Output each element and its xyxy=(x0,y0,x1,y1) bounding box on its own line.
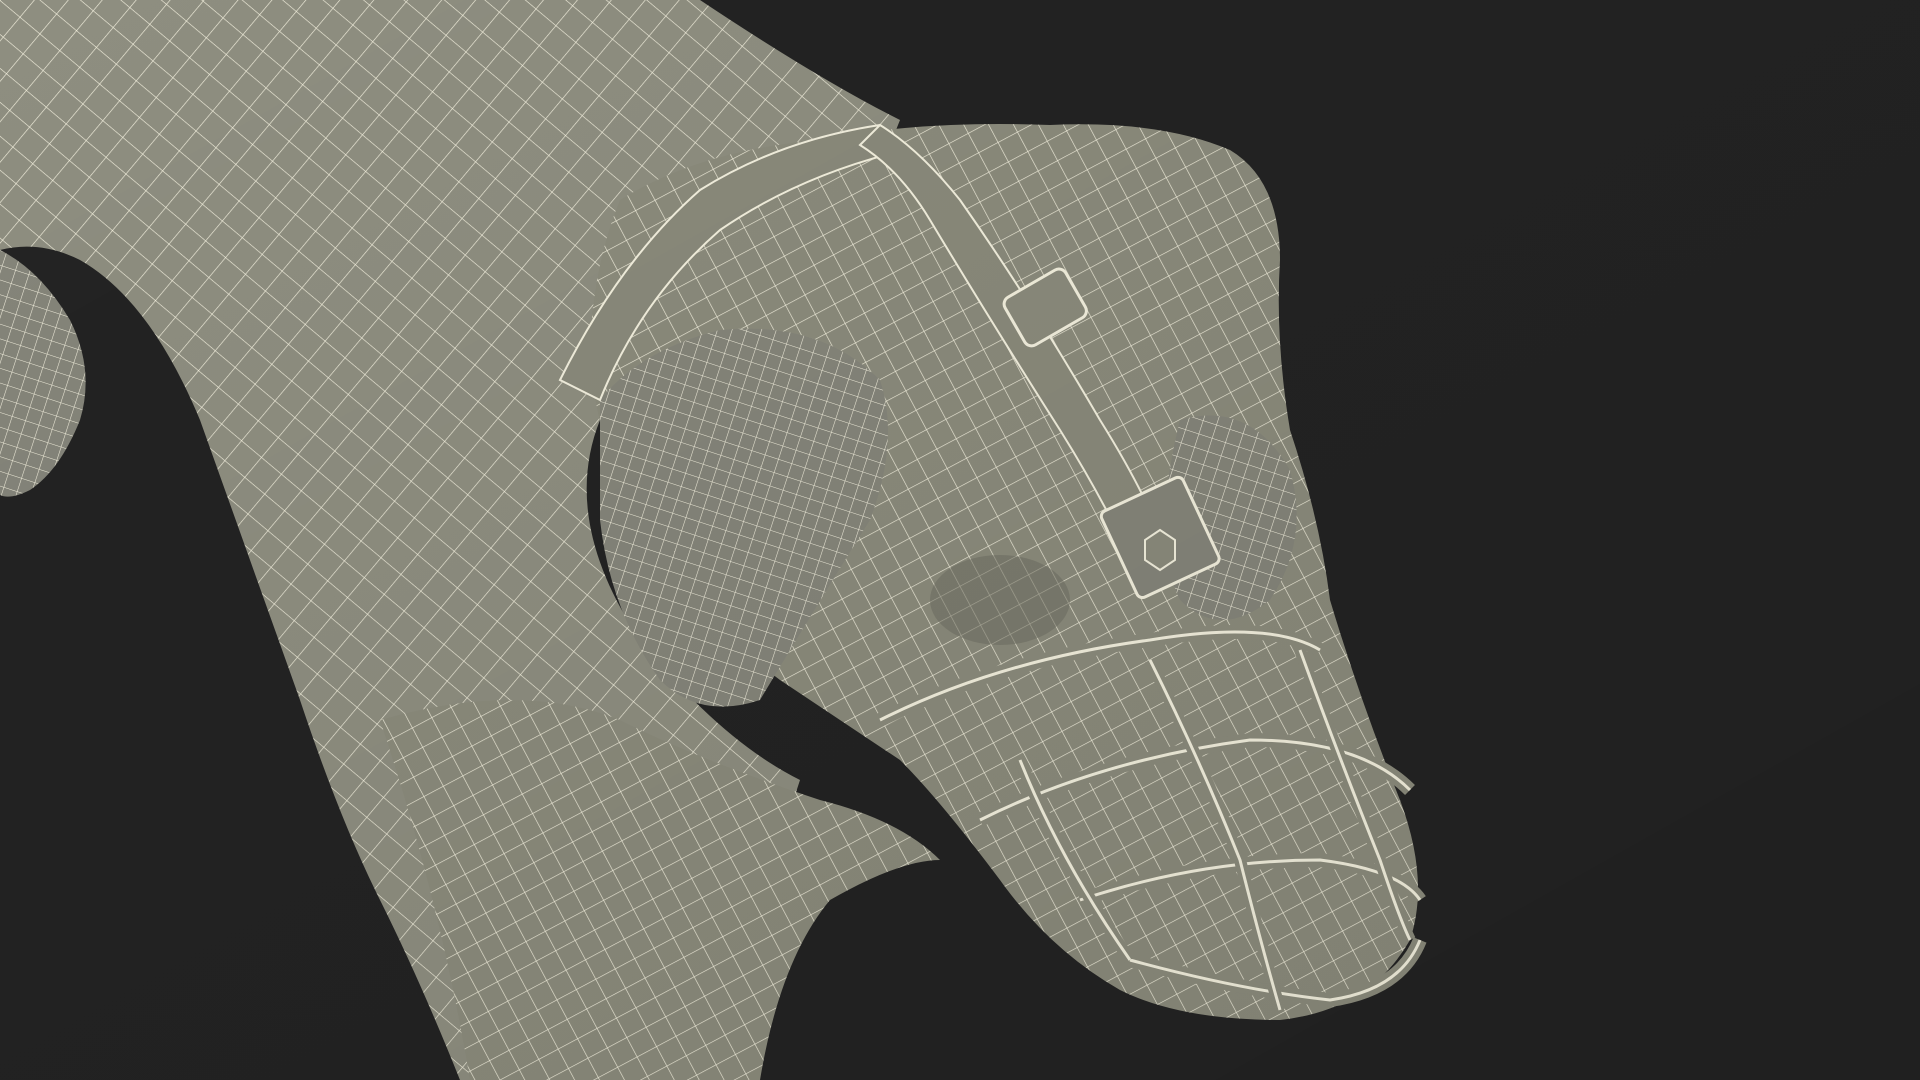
render-viewport xyxy=(0,0,1920,1080)
wireframe-render xyxy=(0,0,1920,1080)
shading-overlay xyxy=(0,0,1920,1080)
